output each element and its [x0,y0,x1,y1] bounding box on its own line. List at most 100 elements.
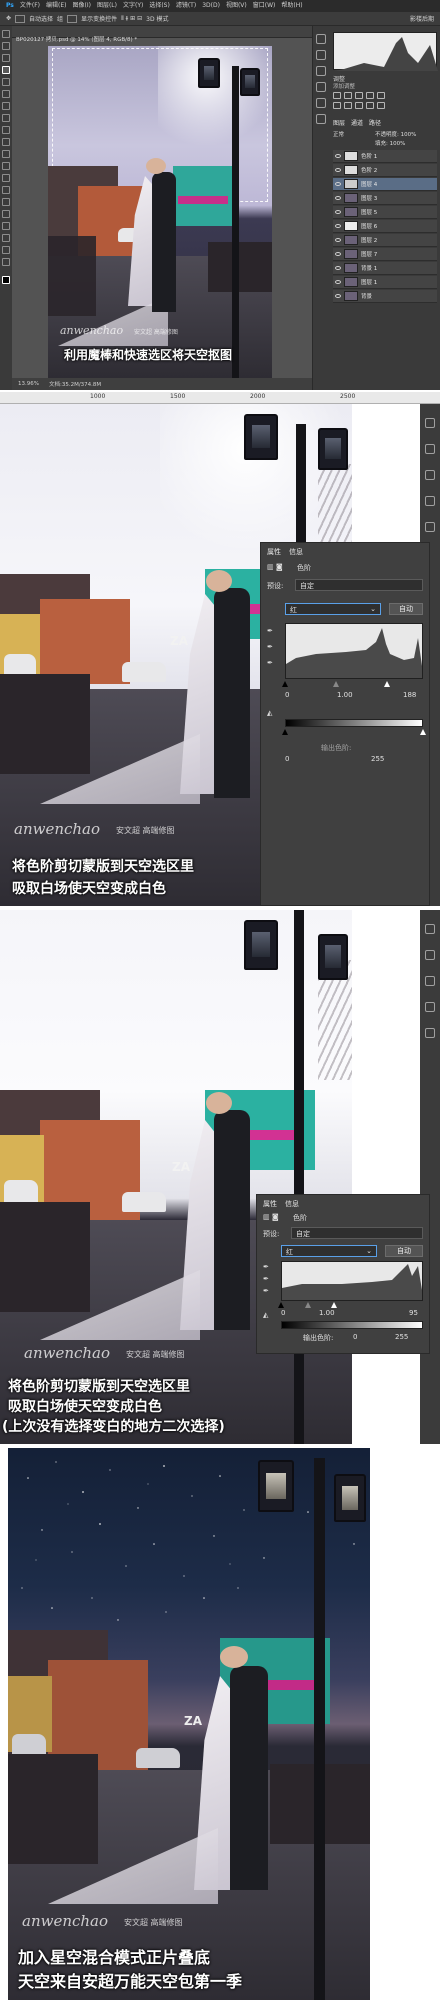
tab-layers[interactable]: 图层 [333,118,345,128]
photo-filter-icon[interactable] [366,102,374,109]
align-icons[interactable]: ⫴ ⫵ ⊞ ⊟ [121,15,142,23]
tool-icon[interactable] [425,444,435,454]
marquee-icon[interactable] [2,42,10,50]
shape-icon[interactable] [2,234,10,242]
tool-icon[interactable] [425,470,435,480]
layer-row[interactable]: 图层 6 [333,220,437,233]
zoom-level[interactable]: 13.96% [18,381,39,387]
input-black-handle[interactable] [282,681,288,687]
tab-properties[interactable]: 属性 [267,547,281,557]
menu-item[interactable]: 视图(V) [226,1,247,11]
character-icon[interactable] [316,82,326,92]
type-icon[interactable] [2,210,10,218]
output-white-value[interactable]: 255 [395,1333,408,1341]
fill-field[interactable]: 填充: 100% [375,139,405,147]
hand-icon[interactable] [2,246,10,254]
eye-icon[interactable] [335,294,341,298]
path-select-icon[interactable] [2,222,10,230]
bw-icon[interactable] [355,102,363,109]
menu-item[interactable]: 滤镜(T) [176,1,196,11]
exposure-icon[interactable] [366,92,374,99]
foreground-color-swatch[interactable] [2,276,10,284]
dodge-icon[interactable] [2,186,10,194]
eyedropper-icon[interactable] [2,90,10,98]
document-canvas[interactable]: anwenchao 安文超 高端修图 利用魔棒和快速选区将天空抠图 [48,46,272,378]
layer-row[interactable]: 背景 1 [333,262,437,275]
tab-properties[interactable]: 属性 [263,1199,277,1209]
tab-info[interactable]: 信息 [289,547,303,557]
input-white-value[interactable]: 188 [403,691,416,699]
crop-icon[interactable] [2,78,10,86]
tool-icon[interactable] [425,522,435,532]
tool-icon[interactable] [425,1002,435,1012]
tab-info[interactable]: 信息 [285,1199,299,1209]
tab-paths[interactable]: 路径 [369,118,381,128]
white-eyedropper-icon[interactable]: ✒ [263,1287,269,1295]
menu-item[interactable]: 窗口(W) [253,1,276,11]
menu-item[interactable]: 图像(I) [73,1,91,11]
input-black-value[interactable]: 0 [285,691,289,699]
eye-icon[interactable] [335,238,341,242]
menu-item[interactable]: 编辑(E) [46,1,66,11]
layer-row[interactable]: 图层 1 [333,276,437,289]
tab-channels[interactable]: 通道 [351,118,363,128]
tool-icon[interactable] [425,1028,435,1038]
brush-icon[interactable] [2,114,10,122]
lasso-icon[interactable] [2,54,10,62]
healing-brush-icon[interactable] [2,102,10,110]
channel-select[interactable]: 红 ⌄ [285,603,381,615]
paragraph-icon[interactable] [316,98,326,108]
input-black-value[interactable]: 0 [281,1309,285,1317]
menu-item[interactable]: 文字(Y) [123,1,143,11]
brush-settings-icon[interactable] [316,66,326,76]
tool-icon[interactable] [425,924,435,934]
properties-icon[interactable] [316,114,326,124]
auto-select-checkbox[interactable] [15,14,26,23]
output-slider[interactable] [282,729,426,735]
document-tab[interactable]: BP020127 拷贝.psd @ 14% (图层 4, RGB/8) * [12,26,312,43]
move-tool-icon[interactable]: ✥ [6,15,11,22]
layer-row[interactable]: 色阶 1 [333,150,437,163]
show-transform-checkbox[interactable] [67,14,78,23]
eye-icon[interactable] [335,280,341,284]
gray-eyedropper-icon[interactable]: ✒ [263,1275,269,1283]
clone-stamp-icon[interactable] [2,126,10,134]
layer-row[interactable]: 背景 [333,290,437,303]
output-white-value[interactable]: 255 [371,755,384,763]
hue-sat-icon[interactable] [333,102,341,109]
color-balance-icon[interactable] [344,102,352,109]
input-slider[interactable] [278,1302,423,1308]
auto-button[interactable]: 自动 [385,1245,423,1257]
input-black-handle[interactable] [278,1302,284,1308]
eye-icon[interactable] [335,182,341,186]
layer-row[interactable]: 色阶 2 [333,164,437,177]
eraser-icon[interactable] [2,150,10,158]
pen-icon[interactable] [2,198,10,206]
layer-row[interactable]: 图层 5 [333,206,437,219]
input-slider[interactable] [282,681,423,687]
menu-item[interactable]: 3D(D) [202,1,220,11]
layer-row[interactable]: 图层 7 [333,248,437,261]
tool-icon[interactable] [425,976,435,986]
tool-icon[interactable] [425,950,435,960]
menu-item[interactable]: 选择(S) [149,1,170,11]
photo-canvas[interactable]: ZA anwenchao 安文超 高端修图 将色阶剪切蒙版到天空选区里 吸取白场… [0,910,352,1444]
output-black-value[interactable]: 0 [353,1333,357,1341]
black-eyedropper-icon[interactable]: ✒ [267,627,273,635]
history-icon[interactable] [316,34,326,44]
vibrance-icon[interactable] [377,92,385,99]
output-white-handle[interactable] [420,729,426,735]
input-white-value[interactable]: 95 [409,1309,418,1317]
group-select[interactable]: 组 [57,14,63,23]
opacity-field[interactable]: 不透明度: 100% [375,130,416,138]
move-icon[interactable] [2,30,10,38]
eye-icon[interactable] [335,168,341,172]
layer-row[interactable]: 图层 3 [333,192,437,205]
menu-item[interactable]: 图层(L) [97,1,117,11]
input-gamma-handle[interactable] [305,1302,311,1308]
eye-icon[interactable] [335,224,341,228]
eye-icon[interactable] [335,154,341,158]
workspace-select[interactable]: 影楼后期 [410,14,434,23]
eye-icon[interactable] [335,252,341,256]
channel-mixer-icon[interactable] [377,102,385,109]
